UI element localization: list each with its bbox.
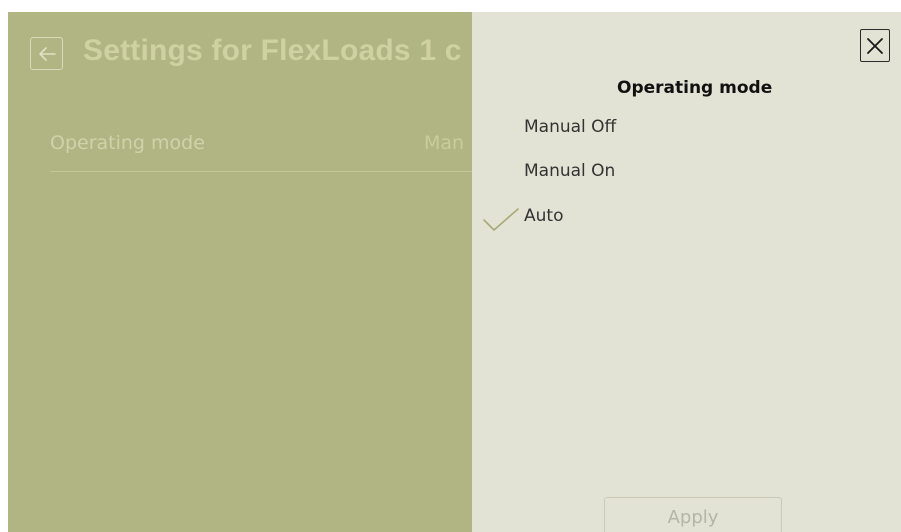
option-auto[interactable]: Auto (524, 206, 563, 226)
setting-value: Man (424, 132, 465, 154)
arrow-left-icon (38, 46, 56, 61)
setting-label: Operating mode (50, 132, 205, 154)
close-icon (867, 37, 883, 54)
apply-button[interactable]: Apply (604, 497, 782, 532)
setting-row-operating-mode[interactable]: Operating mode Man (50, 124, 480, 172)
operating-mode-panel: Operating mode Manual Off Manual On Auto… (472, 12, 901, 532)
panel-title: Operating mode (617, 78, 773, 98)
option-manual-off[interactable]: Manual Off (524, 117, 616, 137)
back-button[interactable] (30, 37, 63, 70)
checkmark-icon (483, 208, 519, 231)
page-title: Settings for FlexLoads 1 c (83, 34, 462, 67)
option-manual-on[interactable]: Manual On (524, 161, 615, 181)
screen: Settings for FlexLoads 1 c Operating mod… (0, 0, 901, 532)
close-button[interactable] (860, 29, 890, 62)
